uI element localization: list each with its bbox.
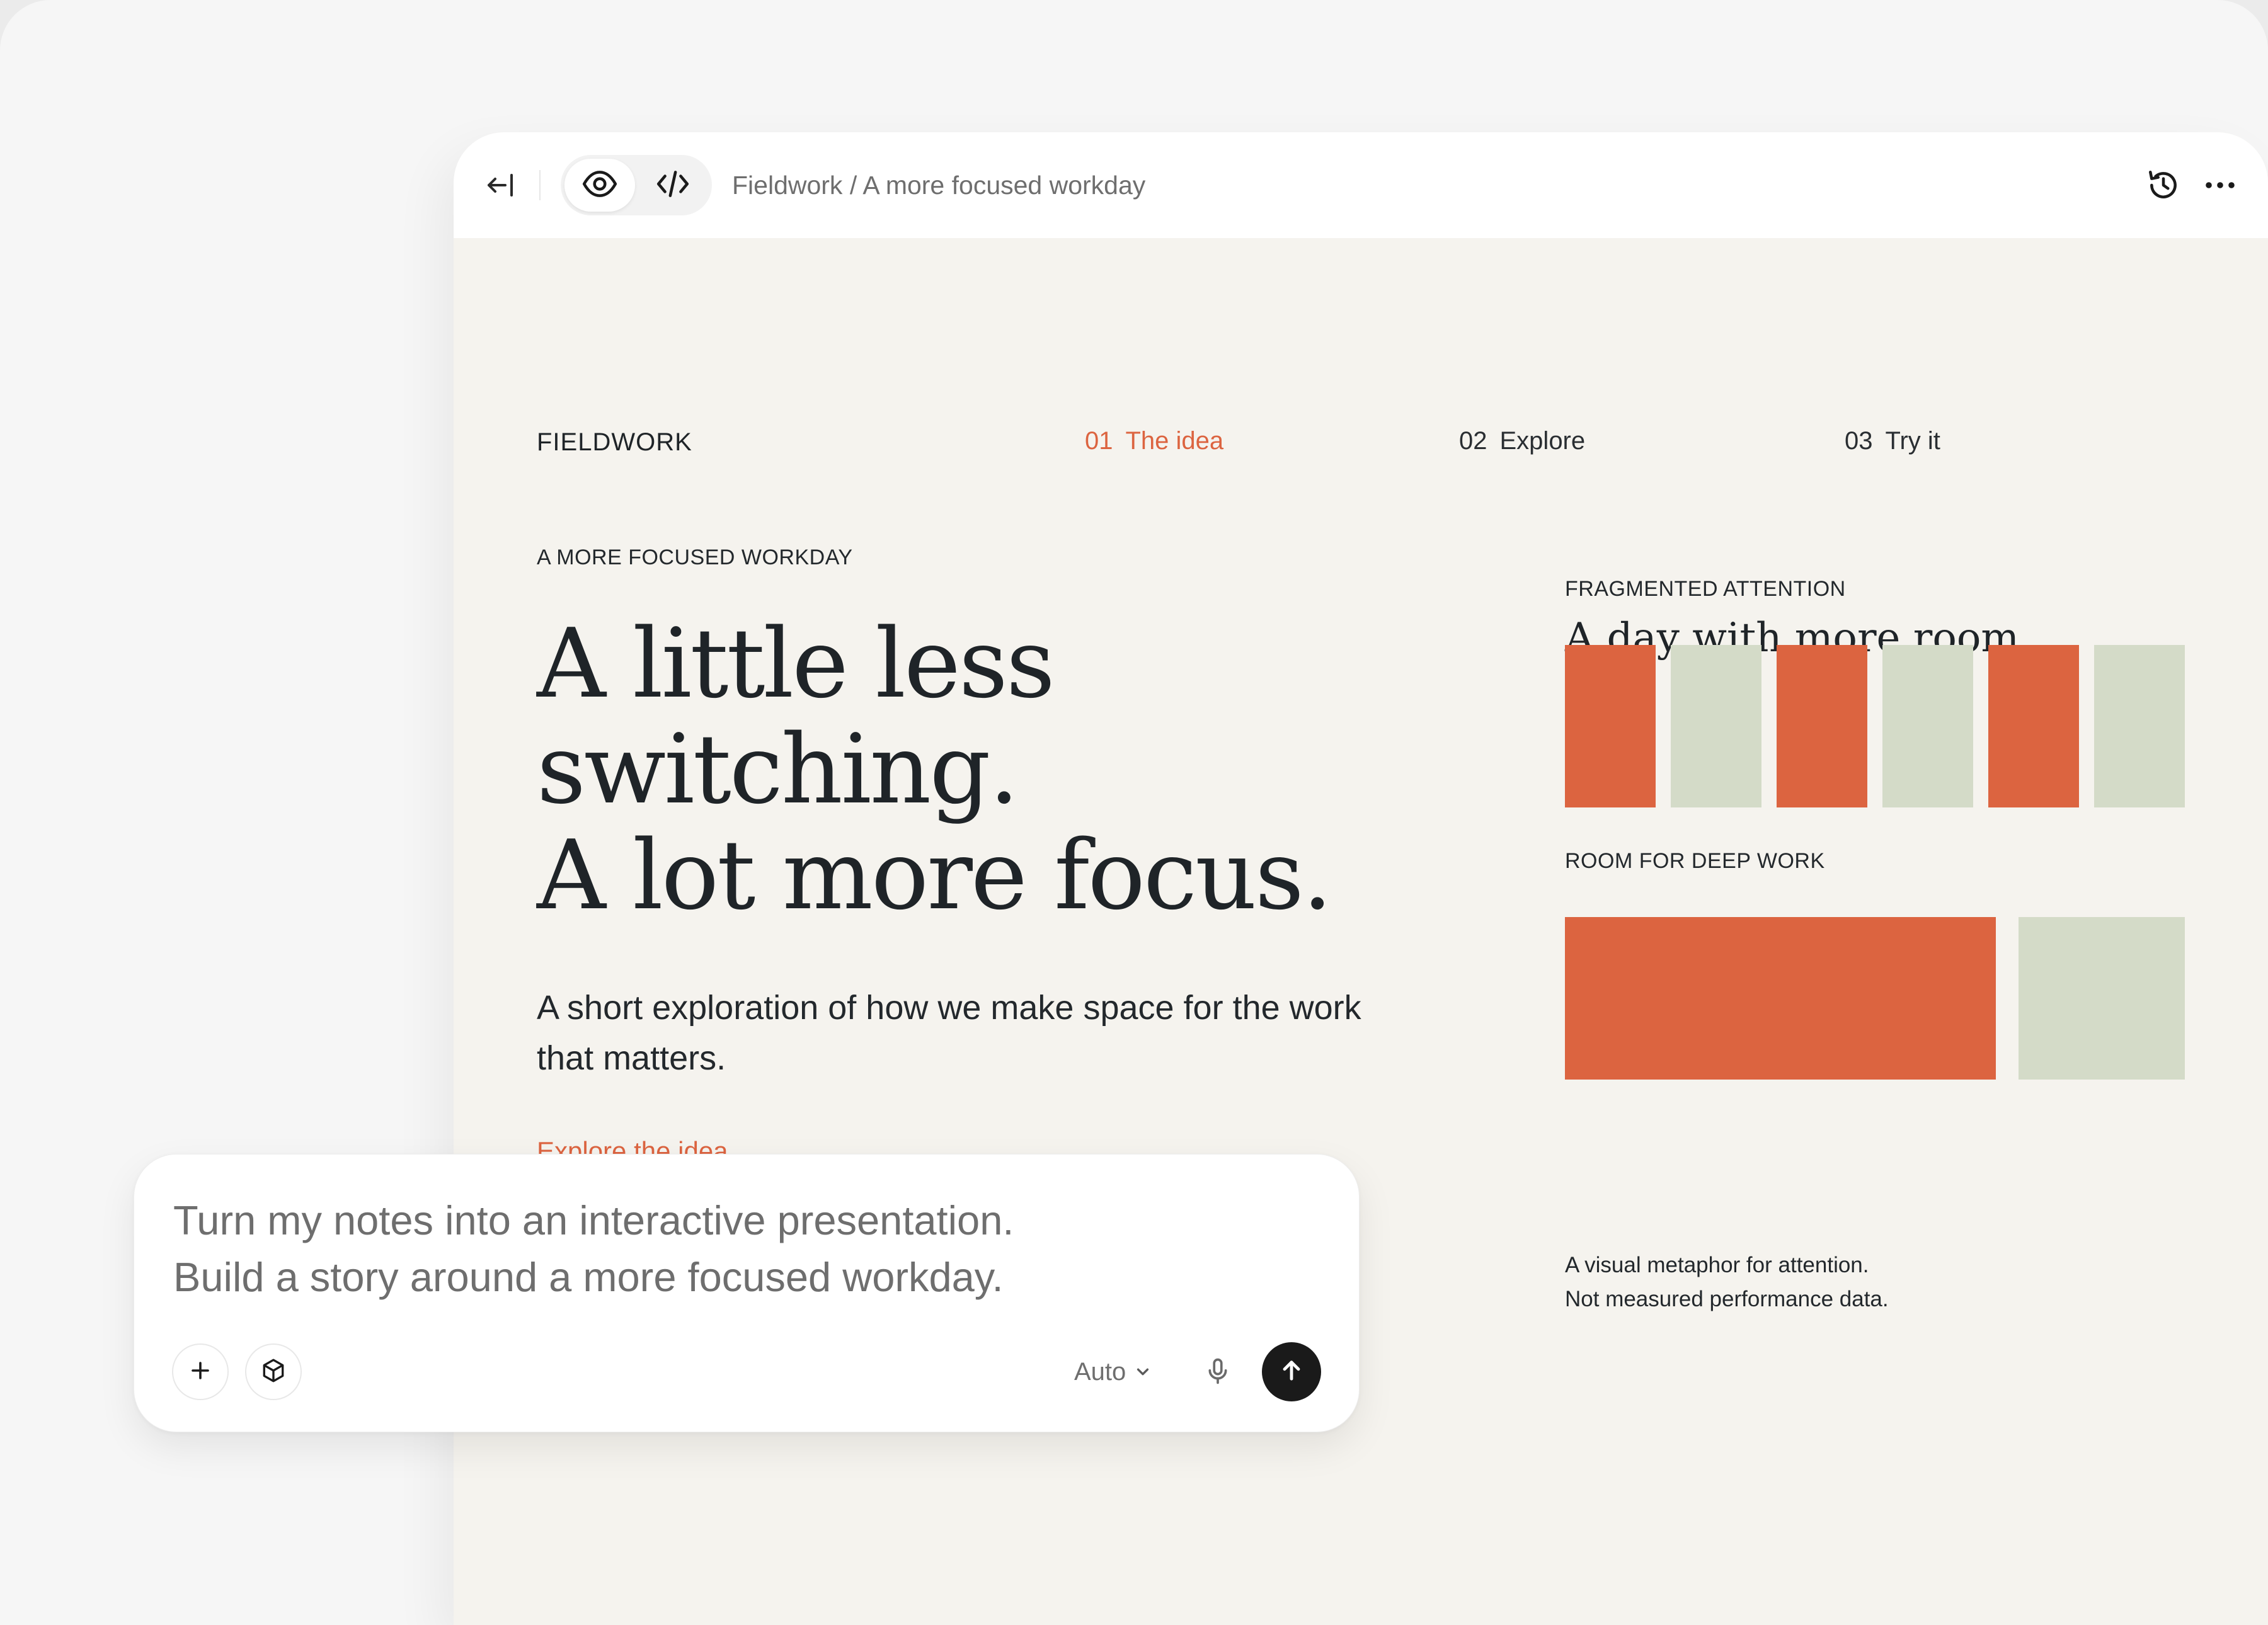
headline-line: A lot more focus. [537, 819, 1332, 931]
deep-work-block [1565, 917, 1996, 1080]
fragment-block-focus [1777, 645, 1867, 807]
arrow-up-icon [1278, 1357, 1305, 1388]
send-button[interactable] [1262, 1342, 1321, 1401]
headline-line: switching. [537, 714, 1019, 825]
plus-icon [188, 1358, 213, 1386]
nav-number: 01 [1085, 427, 1113, 455]
more-icon[interactable] [2200, 165, 2240, 205]
code-toggle-button[interactable] [638, 159, 708, 212]
fragment-block-switch [2094, 645, 2185, 807]
microphone-icon[interactable] [1200, 1354, 1235, 1389]
hero-lede: A short exploration of how we make space… [537, 989, 1361, 1077]
toolbar-divider [539, 170, 541, 200]
breadcrumb: Fieldwork / A more focused workday [732, 171, 1146, 200]
add-attachment-button[interactable] [172, 1343, 229, 1400]
prompt-composer: Turn my notes into an interactive presen… [134, 1154, 1360, 1432]
nav-item-try-it[interactable]: 03 Try it [1845, 427, 1940, 455]
fragmented-label: FRAGMENTED ATTENTION [1565, 577, 1846, 601]
nav-label: The idea [1125, 427, 1224, 455]
illustration-note: A visual metaphor for attention. Not mea… [1565, 1248, 1889, 1316]
eyebrow-label: A MORE FOCUSED WORKDAY [537, 545, 853, 569]
rest-block [2019, 917, 2185, 1080]
chevron-down-icon [1135, 1364, 1151, 1380]
fragment-block-focus [1565, 645, 1656, 807]
fragment-block-switch [1671, 645, 1761, 807]
code-icon [655, 166, 691, 205]
prompt-line: Build a story around a more focused work… [173, 1254, 1004, 1300]
view-toggle [561, 155, 712, 215]
collapse-sidebar-icon[interactable] [481, 165, 522, 205]
nav-number: 02 [1459, 427, 1487, 455]
prompt-line: Turn my notes into an interactive presen… [173, 1197, 1014, 1243]
prompt-input[interactable]: Turn my notes into an interactive presen… [173, 1192, 1320, 1306]
nav-label: Explore [1499, 427, 1586, 455]
fragment-block-switch [1882, 645, 1973, 807]
headline-line: A little less [537, 608, 1055, 719]
nav-number: 03 [1845, 427, 1873, 455]
nav-item-the-idea[interactable]: 01 The idea [1085, 427, 1223, 455]
note-line: Not measured performance data. [1565, 1287, 1889, 1311]
deep-work-label: ROOM FOR DEEP WORK [1565, 849, 1825, 873]
note-line: A visual metaphor for attention. [1565, 1253, 1869, 1277]
fragment-block-focus [1988, 645, 2079, 807]
preview-toggle-button[interactable] [564, 159, 635, 212]
hero-headline: A little less switching. A lot more focu… [537, 611, 1419, 928]
history-icon[interactable] [2143, 165, 2184, 205]
toolbar: Fieldwork / A more focused workday [454, 132, 2268, 238]
mode-select[interactable]: Auto [1074, 1351, 1151, 1393]
components-button[interactable] [245, 1343, 302, 1400]
eye-icon [581, 166, 618, 205]
nav-label: Try it [1885, 427, 1940, 455]
app-backdrop: Fieldwork / A more focused workday FIELD… [0, 0, 2268, 1625]
cube-icon [260, 1357, 287, 1387]
brand-logo[interactable]: FIELDWORK [537, 428, 692, 457]
nav-item-explore[interactable]: 02 Explore [1459, 427, 1585, 455]
mode-label: Auto [1074, 1357, 1126, 1386]
